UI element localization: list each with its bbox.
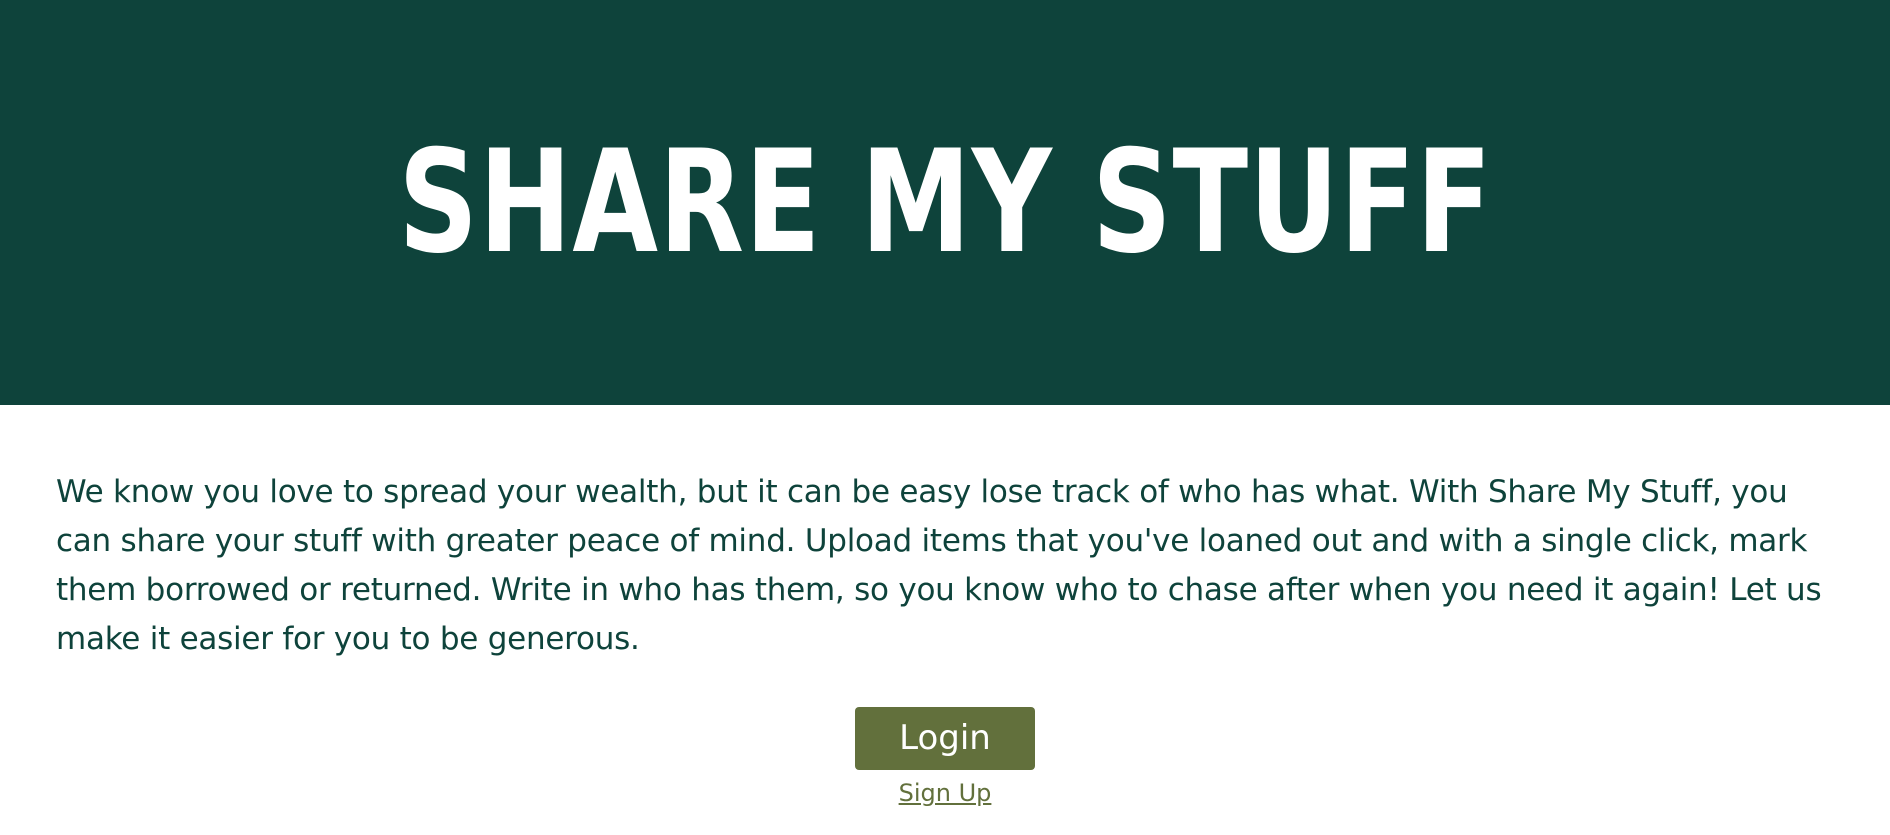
site-title: SHARE MY STUFF: [397, 119, 1493, 285]
main-content: We know you love to spread your wealth, …: [0, 405, 1890, 835]
sign-up-link[interactable]: Sign Up: [899, 778, 992, 808]
login-button[interactable]: Login: [855, 707, 1035, 770]
auth-actions: Login Sign Up: [0, 707, 1890, 808]
share-my-stuff-page: SHARE MY STUFF We know you love to sprea…: [0, 0, 1890, 835]
intro-description: We know you love to spread your wealth, …: [56, 474, 1822, 657]
site-header: SHARE MY STUFF: [0, 0, 1890, 405]
